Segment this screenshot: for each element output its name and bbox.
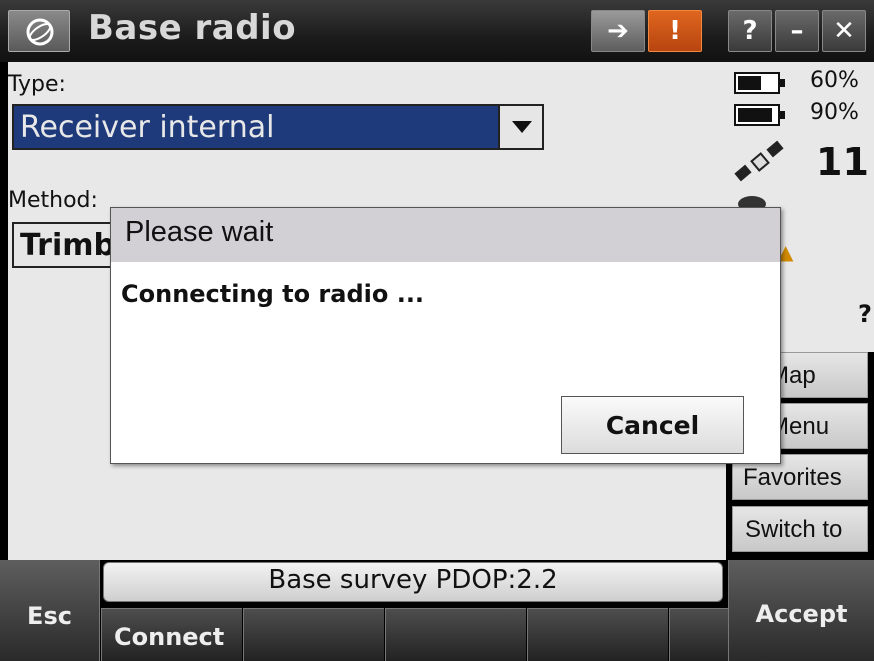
minimize-button[interactable]: –: [775, 10, 819, 52]
satellite-count: 11: [816, 140, 869, 184]
softkey-2[interactable]: [243, 608, 384, 661]
battery-2-percent: 90%: [810, 100, 859, 125]
connect-softkey[interactable]: Connect: [101, 608, 242, 661]
battery-2-icon[interactable]: [734, 104, 785, 126]
cancel-button-label: Cancel: [605, 411, 700, 440]
connect-softkey-label: Connect: [114, 623, 225, 651]
login-button[interactable]: ➔: [591, 10, 645, 52]
softkey-4[interactable]: [527, 608, 668, 661]
type-selected-value: Receiver internal: [20, 110, 275, 145]
battery-1-icon[interactable]: [734, 72, 785, 94]
softkey-3[interactable]: [385, 608, 526, 661]
switch-to-button[interactable]: Switch to: [732, 506, 868, 552]
accept-button-label: Accept: [755, 600, 848, 628]
help-icon: ?: [742, 16, 758, 46]
chevron-down-icon[interactable]: [498, 106, 542, 148]
survey-status-bar: Base survey PDOP:2.2: [103, 562, 723, 602]
type-label: Type:: [8, 72, 66, 97]
app-logo-button[interactable]: [8, 10, 70, 52]
dialog-message: Connecting to radio ...: [121, 280, 425, 308]
satellite-icon[interactable]: [732, 136, 792, 192]
window-title: Base radio: [88, 8, 297, 48]
close-icon: ✕: [833, 16, 855, 46]
esc-button[interactable]: Esc: [0, 560, 100, 661]
alert-button[interactable]: !: [648, 10, 702, 52]
minimize-icon: –: [790, 16, 804, 46]
unknown-status-icon[interactable]: ?: [858, 300, 872, 328]
help-button[interactable]: ?: [728, 10, 772, 52]
type-dropdown[interactable]: Receiver internal: [12, 104, 544, 150]
esc-button-label: Esc: [27, 602, 72, 630]
battery-2-fill: [738, 108, 772, 122]
battery-1-fill: [738, 76, 761, 90]
please-wait-dialog: Please wait Connecting to radio ... Canc…: [110, 207, 781, 464]
title-bar: Base radio ➔ ! ? – ✕: [0, 0, 874, 62]
close-button[interactable]: ✕: [822, 10, 866, 52]
method-label: Method:: [8, 188, 98, 213]
favorites-button-label: Favorites: [743, 464, 842, 491]
dialog-header: Please wait: [111, 208, 780, 262]
alert-icon: !: [669, 16, 681, 46]
cancel-button[interactable]: Cancel: [561, 396, 744, 454]
login-arrow-icon: ➔: [607, 16, 629, 46]
trimble-logo-icon: [26, 18, 54, 46]
switch-to-button-label: Switch to: [745, 516, 843, 543]
dialog-title: Please wait: [125, 216, 274, 248]
battery-1-percent: 60%: [810, 68, 859, 93]
accept-button[interactable]: Accept: [728, 560, 874, 661]
softkey-5[interactable]: [669, 608, 728, 661]
